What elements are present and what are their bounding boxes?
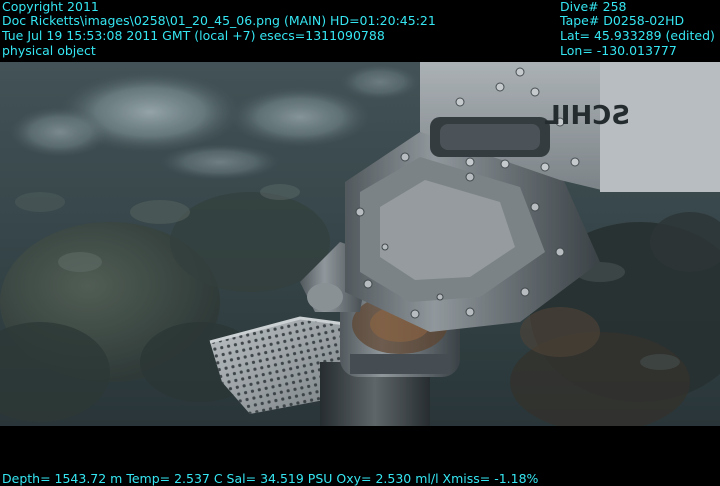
dive-number-text: Dive# 258 xyxy=(560,0,627,14)
tape-number-text: Tape# D0258-02HD xyxy=(560,13,685,28)
datetime-text: Tue Jul 19 15:53:08 2011 GMT (local +7) … xyxy=(2,28,385,43)
latitude-text: Lat= 45.933289 (edited) xyxy=(560,28,715,43)
longitude-text: Lon= -130.013777 xyxy=(560,43,677,58)
video-frame: SCHIL xyxy=(0,62,720,426)
classification-text: physical object xyxy=(2,43,96,58)
file-info-text: Doc Ricketts\images\0258\01_20_45_06.png… xyxy=(2,13,436,28)
copyright-text: Copyright 2011 xyxy=(2,0,99,14)
seafloor-scene: SCHIL xyxy=(0,62,720,426)
telemetry-text: Depth= 1543.72 m Temp= 2.537 C Sal= 34.5… xyxy=(2,471,539,486)
